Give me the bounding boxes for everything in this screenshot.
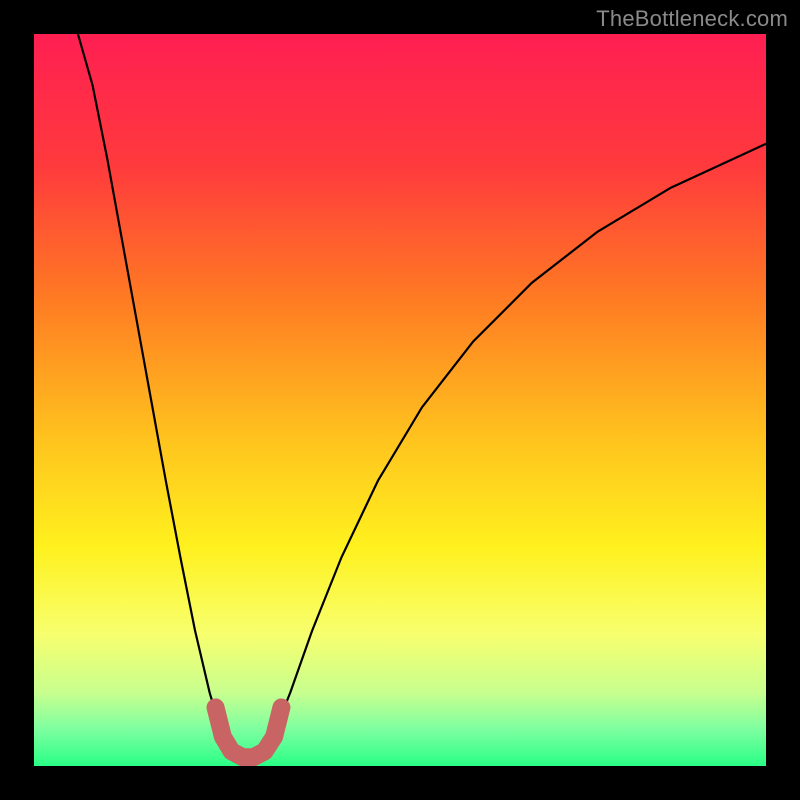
plot-area bbox=[34, 34, 766, 766]
chart-frame: TheBottleneck.com bbox=[0, 0, 800, 800]
bottleneck-chart bbox=[34, 34, 766, 766]
watermark-text: TheBottleneck.com bbox=[596, 6, 788, 32]
gradient-background bbox=[34, 34, 766, 766]
